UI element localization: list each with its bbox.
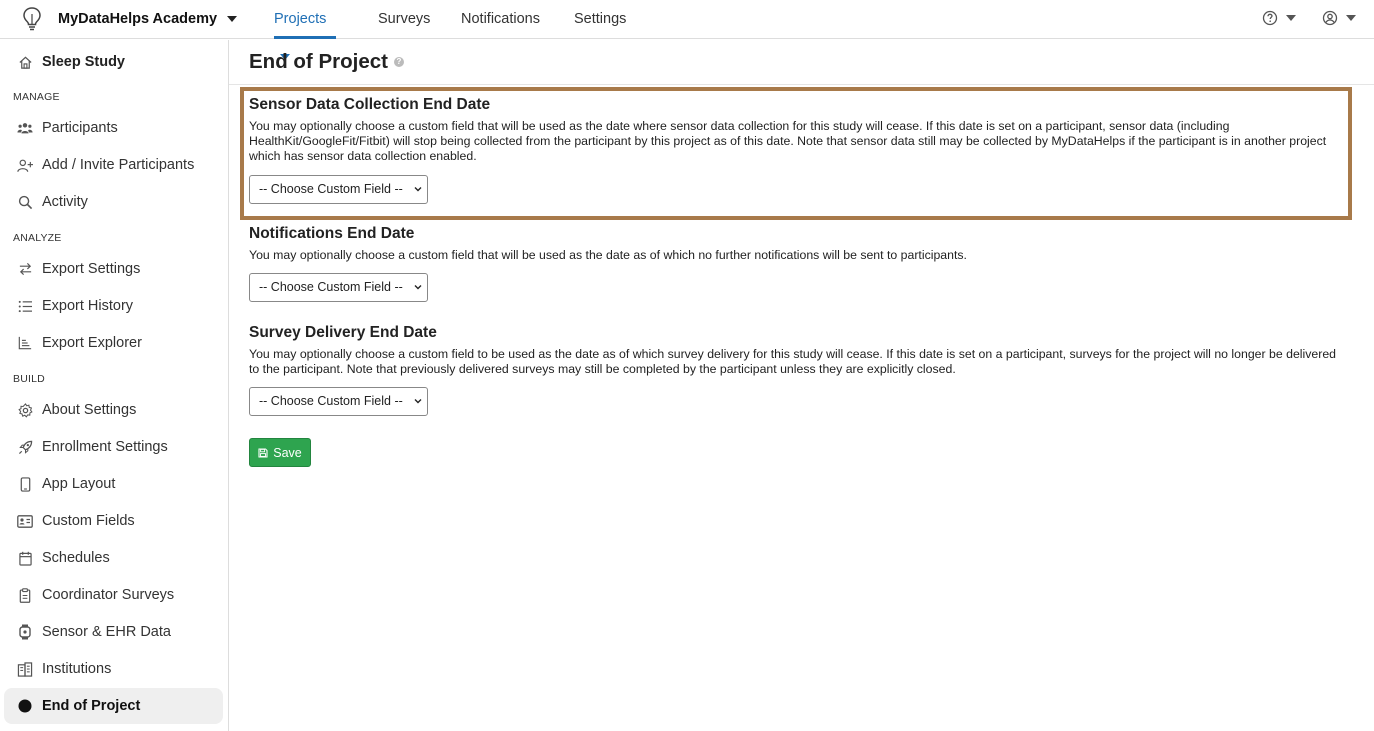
chevron-down-icon <box>414 399 422 404</box>
gear-icon <box>17 402 33 418</box>
home-icon <box>17 54 33 70</box>
brand-name: MyDataHelps Academy <box>58 11 218 27</box>
select-value: -- Choose Custom Field -- <box>259 394 403 408</box>
sidebar-item-app-layout[interactable]: App Layout <box>4 466 223 502</box>
sidebar-item-enrollment-settings[interactable]: Enrollment Settings <box>4 429 223 465</box>
survey-heading: Survey Delivery End Date <box>249 324 437 341</box>
circle-icon <box>17 698 33 714</box>
chart-line-icon <box>17 335 33 351</box>
caret-down-icon <box>1346 15 1356 21</box>
arrows-exchange-icon <box>17 261 33 277</box>
sidebar-item-activity[interactable]: Activity <box>4 184 223 220</box>
page-title: End of Project ? <box>249 50 404 74</box>
building-icon <box>17 661 33 677</box>
sidebar-item-label: Activity <box>42 194 88 210</box>
sidebar-item-label: Custom Fields <box>42 513 135 529</box>
users-icon <box>17 120 33 136</box>
brand-menu[interactable]: MyDataHelps Academy <box>20 6 238 32</box>
search-icon <box>17 194 33 210</box>
sidebar-item-export-explorer[interactable]: Export Explorer <box>4 325 223 361</box>
clipboard-icon <box>17 587 33 603</box>
sidebar-item-label: Add / Invite Participants <box>42 157 195 173</box>
sidebar-item-label: Export Settings <box>42 261 141 277</box>
help-menu[interactable] <box>1262 10 1296 26</box>
sidebar-item-institutions[interactable]: Institutions <box>4 651 223 687</box>
lightbulb-icon <box>23 7 41 31</box>
chevron-down-icon <box>414 187 422 192</box>
sidebar-item-label: App Layout <box>42 476 116 492</box>
section-manage: MANAGE <box>13 91 60 103</box>
tab-projects-label: Projects <box>274 11 327 27</box>
top-navbar: MyDataHelps Academy Projects Surveys Not… <box>0 0 1374 61</box>
sensor-description: You may optionally choose a custom field… <box>249 119 1327 163</box>
id-card-icon <box>17 513 33 529</box>
tab-settings[interactable]: Settings <box>574 0 626 39</box>
sidebar-item-about-settings[interactable]: About Settings <box>4 392 223 428</box>
sidebar-item-label: Export History <box>42 298 134 314</box>
user-menu[interactable] <box>1322 10 1356 26</box>
sidebar-item-project-home[interactable]: Sleep Study <box>4 44 223 80</box>
rocket-icon <box>17 439 33 455</box>
save-button[interactable]: Save <box>249 438 311 467</box>
sidebar-item-label: Institutions <box>42 661 112 677</box>
user-circle-icon <box>1322 10 1338 26</box>
sidebar-item-sensor-ehr[interactable]: Sensor & EHR Data <box>4 614 223 650</box>
notifications-end-date-section: Notifications End Date You may optionall… <box>249 225 1349 305</box>
help-icon[interactable]: ? <box>393 57 404 67</box>
sidebar-item-label: Sensor & EHR Data <box>42 624 171 640</box>
survey-description: You may optionally choose a custom field… <box>249 347 1337 376</box>
save-label: Save <box>273 445 302 460</box>
sidebar-project-name: Sleep Study <box>42 54 125 70</box>
chevron-down-icon <box>414 285 422 290</box>
sidebar-item-label: Schedules <box>42 550 110 566</box>
sidebar-item-label: Coordinator Surveys <box>42 587 175 603</box>
select-value: -- Choose Custom Field -- <box>259 280 403 294</box>
question-circle-icon <box>1262 10 1278 26</box>
sidebar-item-export-history[interactable]: Export History <box>4 288 223 324</box>
mobile-icon <box>17 476 33 492</box>
caret-down-icon <box>227 16 238 22</box>
tab-surveys[interactable]: Surveys <box>378 0 430 39</box>
sidebar-item-label: Enrollment Settings <box>42 439 168 455</box>
page-title-text: End of Project <box>249 50 388 73</box>
watch-icon <box>17 624 33 640</box>
select-value: -- Choose Custom Field -- <box>259 182 403 196</box>
sidebar-item-custom-fields[interactable]: Custom Fields <box>4 503 223 539</box>
sensor-heading: Sensor Data Collection End Date <box>249 96 491 113</box>
user-plus-icon <box>17 157 33 173</box>
sidebar-item-add-invite[interactable]: Add / Invite Participants <box>4 147 223 183</box>
notifications-heading: Notifications End Date <box>249 225 415 242</box>
save-icon <box>258 447 268 458</box>
survey-end-date-section: Survey Delivery End Date You may optiona… <box>249 324 1349 419</box>
list-icon <box>17 298 33 314</box>
sidebar-item-export-settings[interactable]: Export Settings <box>4 251 223 287</box>
sidebar-item-label: About Settings <box>42 402 137 418</box>
sidebar-item-label: Participants <box>42 120 118 136</box>
tab-projects[interactable]: Projects <box>274 0 336 61</box>
sidebar: Sleep Study MANAGE Participants Add / In… <box>0 40 229 731</box>
sensor-custom-field-select[interactable]: -- Choose Custom Field -- <box>249 175 428 204</box>
section-analyze: ANALYZE <box>13 232 62 244</box>
survey-custom-field-select[interactable]: -- Choose Custom Field -- <box>249 387 428 416</box>
sidebar-item-schedules[interactable]: Schedules <box>4 540 223 576</box>
tab-notifications[interactable]: Notifications <box>461 0 540 39</box>
caret-down-icon <box>1286 15 1296 21</box>
sidebar-item-participants[interactable]: Participants <box>4 110 223 146</box>
sensor-end-date-section: Sensor Data Collection End Date You may … <box>249 96 1349 208</box>
calendar-icon <box>17 550 33 566</box>
title-divider <box>229 84 1374 85</box>
notifications-custom-field-select[interactable]: -- Choose Custom Field -- <box>249 273 428 302</box>
sidebar-item-label: End of Project <box>42 698 141 714</box>
sidebar-item-coordinator-surveys[interactable]: Coordinator Surveys <box>4 577 223 613</box>
sidebar-item-end-of-project[interactable]: End of Project <box>4 688 223 724</box>
sidebar-item-label: Export Explorer <box>42 335 142 351</box>
notifications-description: You may optionally choose a custom field… <box>249 248 967 262</box>
section-build: BUILD <box>13 373 45 385</box>
